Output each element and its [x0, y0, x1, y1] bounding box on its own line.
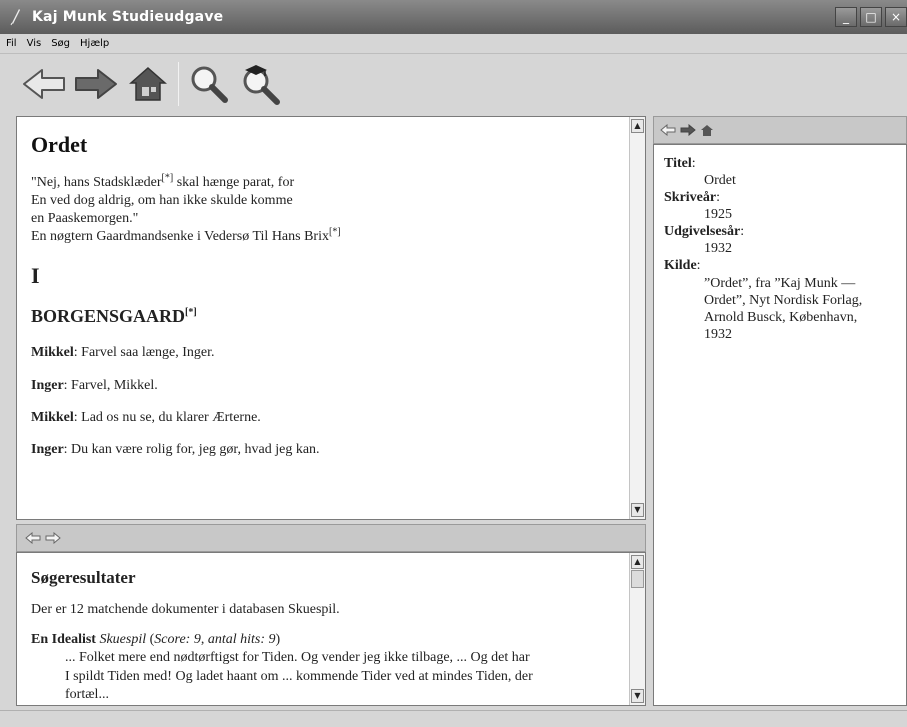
document-scrollbar[interactable]: ▲ ▼: [629, 117, 645, 519]
menu-fil[interactable]: Fil: [6, 38, 17, 49]
search-results-title: Søgeresultater: [31, 568, 136, 587]
menu-vis[interactable]: Vis: [27, 38, 42, 49]
search-content: Søgeresultater Der er 12 matchende dokum…: [17, 553, 627, 705]
speaker: Mikkel: [31, 345, 74, 361]
meta-label-kilde: Kilde: [664, 258, 697, 274]
metadata-nav-bar: [653, 116, 907, 144]
dialog-line: Mikkel: Farvel saa længe, Inger.: [31, 344, 613, 362]
scroll-down-arrow-icon[interactable]: ▼: [631, 503, 644, 517]
home-button[interactable]: [122, 58, 174, 110]
close-button[interactable]: ×: [885, 7, 907, 27]
menu-hjaelp[interactable]: Hjælp: [80, 38, 109, 49]
epigraph-text: "Nej, hans Stadsklæder: [31, 174, 162, 190]
speaker: Inger: [31, 377, 64, 393]
menu-sog[interactable]: Søg: [51, 38, 70, 49]
snippet-line: fortæl...: [65, 686, 109, 702]
meta-label-skriveaar: Skriveår: [664, 190, 717, 206]
epigraph-text: skal hænge parat, for: [173, 174, 295, 190]
advanced-search-button[interactable]: [235, 58, 287, 110]
kilde-line: ”Ordet”, fra ”Kaj Munk —: [704, 275, 856, 291]
snippet-line: ... Folket mere end nødtørftigst for Tid…: [65, 650, 530, 666]
search-scrollbar[interactable]: ▲ ▼: [629, 553, 645, 705]
dedication: En nøgtern Gaardmandsenke i Vedersø Til …: [31, 229, 329, 245]
scene-title: BORGENSGAARD: [31, 305, 186, 326]
line-text: : Farvel saa længe, Inger.: [73, 345, 215, 361]
home-icon: [129, 66, 167, 101]
search-nav-bar: [16, 524, 646, 552]
footnote-link[interactable]: [*]: [162, 172, 174, 183]
kilde-line: Ordet”, Nyt Nordisk Forlag,: [704, 292, 863, 308]
result-title-link[interactable]: En Idealist: [31, 632, 96, 647]
scroll-up-arrow-icon[interactable]: ▲: [631, 119, 644, 133]
result-paren: ): [275, 632, 281, 648]
meta-label-udgivelse: Udgivelsesår: [664, 224, 741, 240]
search-results-pane[interactable]: Søgeresultater Der er 12 matchende dokum…: [16, 552, 646, 706]
window-title: Kaj Munk Studieudgave: [32, 9, 224, 25]
search-button[interactable]: [183, 58, 235, 110]
search-magnifier-icon: [191, 66, 228, 103]
back-arrow-icon: [23, 69, 65, 99]
result-score: Score: 9: [154, 632, 201, 648]
kilde-line: Arnold Busck, København,: [704, 309, 858, 325]
kilde-line: 1932: [704, 326, 732, 342]
search-result[interactable]: En Idealist Skuespil (Score: 9, antal hi…: [31, 631, 613, 704]
line-text: : Farvel, Mikkel.: [63, 377, 158, 393]
home-icon[interactable]: [700, 124, 714, 137]
quill-icon: [10, 9, 20, 26]
document-pane[interactable]: Ordet "Nej, hans Stadsklæder[*] skal hæn…: [16, 116, 646, 520]
speaker: Inger: [31, 441, 64, 457]
scroll-down-arrow-icon[interactable]: ▼: [631, 689, 644, 703]
menu-bar: Fil Vis Søg Hjælp: [0, 34, 907, 54]
speaker: Mikkel: [31, 409, 74, 425]
title-bar: Kaj Munk Studieudgave _ □ ×: [0, 0, 907, 34]
dialog-line: Inger: Du kan være rolig for, jeg gør, h…: [31, 441, 613, 459]
toolbar: [0, 54, 907, 114]
epigraph: "Nej, hans Stadsklæder[*] skal hænge par…: [31, 172, 613, 247]
scroll-up-arrow-icon[interactable]: ▲: [631, 555, 644, 569]
forward-arrow-icon[interactable]: [45, 532, 61, 544]
maximize-button[interactable]: □: [860, 7, 882, 27]
result-genre: Skuespil: [99, 632, 147, 648]
result-snippet: ... Folket mere end nødtørftigst for Tid…: [31, 649, 613, 704]
window-controls: _ □ ×: [835, 7, 907, 27]
advanced-search-icon: [243, 65, 280, 105]
meta-value-kilde: ”Ordet”, fra ”Kaj Munk — Ordet”, Nyt Nor…: [664, 275, 896, 343]
meta-value-titel: Ordet: [704, 173, 736, 189]
line-text: : Du kan være rolig for, jeg gør, hvad j…: [63, 441, 320, 457]
result-sep: ,: [200, 632, 208, 648]
dialog-line: Mikkel: Lad os nu se, du klarer Ærterne.: [31, 409, 613, 427]
back-button[interactable]: [18, 58, 70, 110]
epigraph-text: En ved dog aldrig, om han ikke skulde ko…: [31, 192, 293, 208]
snippet-line: I spildt Tiden med! Og ladet haant om ..…: [65, 668, 533, 684]
forward-button[interactable]: [70, 58, 122, 110]
forward-arrow-icon[interactable]: [680, 124, 696, 136]
scene-heading: BORGENSGAARD[*]: [31, 305, 613, 328]
act-number: I: [31, 263, 40, 289]
line-text: : Lad os nu se, du klarer Ærterne.: [73, 409, 261, 425]
result-hits: antal hits: 9: [207, 632, 276, 648]
pane-splitter[interactable]: [646, 116, 653, 706]
footnote-link[interactable]: [*]: [185, 307, 197, 318]
scroll-thumb[interactable]: [631, 570, 644, 588]
back-arrow-icon[interactable]: [660, 124, 676, 136]
metadata-pane: Titel: Ordet Skriveår: 1925 Udgivelsesår…: [653, 144, 907, 706]
search-summary: Der er 12 matchende dokumenter i databas…: [31, 602, 340, 618]
minimize-button[interactable]: _: [835, 7, 857, 27]
document-title: Ordet: [31, 132, 88, 157]
meta-value-udgivelse: 1932: [704, 241, 732, 257]
status-bar: [0, 710, 907, 727]
meta-label-titel: Titel: [664, 156, 692, 171]
meta-value-skriveaar: 1925: [704, 207, 732, 223]
document-content: Ordet "Nej, hans Stadsklæder[*] skal hæn…: [17, 117, 627, 519]
forward-arrow-icon: [75, 69, 117, 99]
footnote-link[interactable]: [*]: [329, 227, 341, 238]
toolbar-separator: [178, 62, 179, 106]
epigraph-text: en Paaskemorgen.": [31, 210, 139, 226]
dialog-line: Inger: Farvel, Mikkel.: [31, 377, 613, 395]
back-arrow-icon[interactable]: [25, 532, 41, 544]
